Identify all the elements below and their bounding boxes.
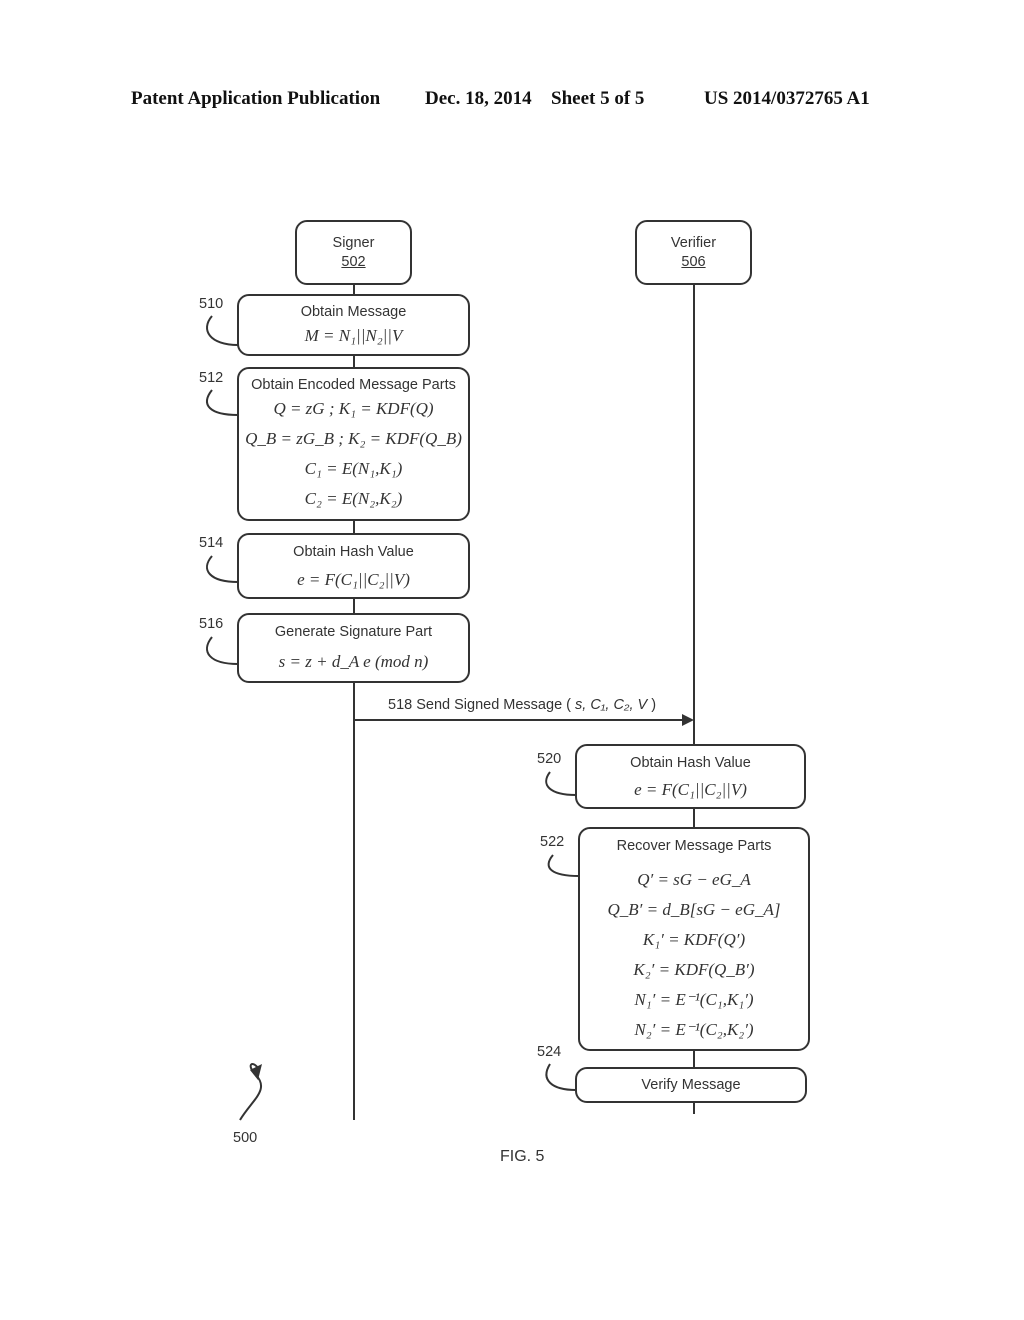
equation: K₁′ = KDF(Q′) <box>642 930 746 949</box>
equation: N₁′ = E⁻¹(C₁,K₁′) <box>634 990 754 1009</box>
step-obtain-message: Obtain Message M = N₁||N₂||V <box>237 294 470 356</box>
verifier-ref: 506 <box>681 254 706 270</box>
figure-caption: FIG. 5 <box>500 1148 545 1165</box>
equation: C₁ = E(N₁,K₁) <box>304 459 403 478</box>
step-title: Obtain Encoded Message Parts <box>251 377 456 393</box>
message-label: 518 Send Signed Message ( <box>388 697 571 713</box>
message-send-signed-message: 518 Send Signed Message ( s, C₁, C₂, V ) <box>388 697 656 713</box>
figure-ref-squiggle <box>239 1063 263 1121</box>
equation: C₂ = E(N₂,K₂) <box>304 489 403 508</box>
leader-514 <box>206 555 239 583</box>
equation: e = F(C₁||C₂||V) <box>634 780 747 799</box>
equation: N₂′ = E⁻¹(C₂,K₂′) <box>634 1020 754 1039</box>
step-title: Recover Message Parts <box>616 838 772 854</box>
verifier-actor-box: Verifier 506 <box>635 220 752 285</box>
ref-514: 514 <box>199 535 224 551</box>
step-recover-message-parts: Recover Message Parts Q′ = sG − eG_A Q_B… <box>578 827 810 1051</box>
message-params: s, C₁, C₂, V <box>575 697 648 713</box>
leader-524 <box>545 1063 577 1091</box>
step-title: Verify Message <box>641 1077 741 1093</box>
leader-522 <box>547 854 580 877</box>
publication-date: Dec. 18, 2014 <box>425 88 532 109</box>
equation: M = N₁||N₂||V <box>304 326 403 345</box>
signer-label: Signer <box>332 235 375 251</box>
step-title: Generate Signature Part <box>274 624 433 640</box>
ref-510: 510 <box>199 296 224 312</box>
sheet-number: Sheet 5 of 5 <box>551 88 645 109</box>
verifier-label: Verifier <box>670 235 717 251</box>
ref-522: 522 <box>540 834 565 850</box>
ref-516: 516 <box>199 616 224 632</box>
equation: Q_B = zG_B ; K₂ = KDF(Q_B) <box>245 429 462 448</box>
equation: Q_B′ = d_B[sG − eG_A] <box>607 900 781 919</box>
diagram-connectors <box>206 315 694 1121</box>
figure-ref-500: 500 <box>233 1130 258 1146</box>
step-obtain-hash-value-signer: Obtain Hash Value e = F(C₁||C₂||V) <box>237 533 470 599</box>
step-generate-signature-part: Generate Signature Part s = z + d_A e (m… <box>237 613 470 683</box>
leader-512 <box>206 389 239 416</box>
equation: s = z + d_A e (mod n) <box>278 652 429 671</box>
step-obtain-encoded-message-parts: Obtain Encoded Message Parts Q = zG ; K₁… <box>237 367 470 521</box>
signer-ref: 502 <box>341 254 366 270</box>
step-title: Obtain Message <box>300 304 407 320</box>
patent-number: US 2014/0372765 A1 <box>704 88 870 109</box>
leader-510 <box>206 315 239 346</box>
ref-512: 512 <box>199 370 224 386</box>
publication-label: Patent Application Publication <box>131 88 381 109</box>
step-title: Obtain Hash Value <box>630 755 751 771</box>
figure-ref-arrowhead <box>250 1064 262 1080</box>
ref-520: 520 <box>537 751 562 767</box>
step-verify-message: Verify Message <box>575 1067 807 1103</box>
leader-520 <box>545 771 577 796</box>
step-obtain-hash-value-verifier: Obtain Hash Value e = F(C₁||C₂||V) <box>575 744 806 809</box>
signer-actor-box: Signer 502 <box>295 220 412 285</box>
equation: K₂′ = KDF(Q_B′) <box>633 960 755 979</box>
leader-516 <box>206 636 239 665</box>
message-close: ) <box>651 697 657 713</box>
equation: Q = zG ; K₁ = KDF(Q) <box>273 399 434 418</box>
equation: Q′ = sG − eG_A <box>637 870 751 889</box>
step-title: Obtain Hash Value <box>293 544 414 560</box>
equation: e = F(C₁||C₂||V) <box>297 570 410 589</box>
ref-524: 524 <box>537 1044 562 1060</box>
